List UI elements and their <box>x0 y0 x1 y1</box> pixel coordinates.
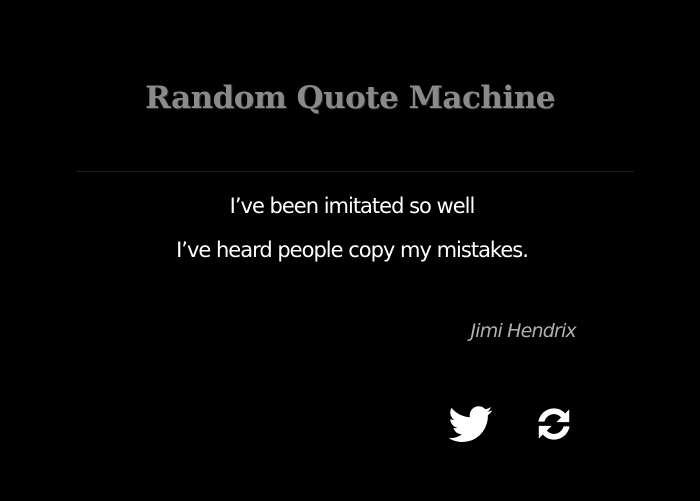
quote-author: Jimi Hendrix <box>470 320 576 342</box>
refresh-icon <box>538 408 570 440</box>
new-quote-button[interactable] <box>532 402 576 446</box>
quote-text: I’ve been imitated so well I’ve heard pe… <box>100 184 604 272</box>
page-title: Random Quote Machine <box>145 80 555 116</box>
title-divider <box>76 171 634 172</box>
tweet-button[interactable] <box>449 402 493 446</box>
quote-machine-page: Random Quote Machine I’ve been imitated … <box>0 0 700 501</box>
quote-line: I’ve heard people copy my mistakes. <box>176 238 529 262</box>
twitter-icon <box>449 406 493 442</box>
quote-line: I’ve been imitated so well <box>229 194 476 218</box>
